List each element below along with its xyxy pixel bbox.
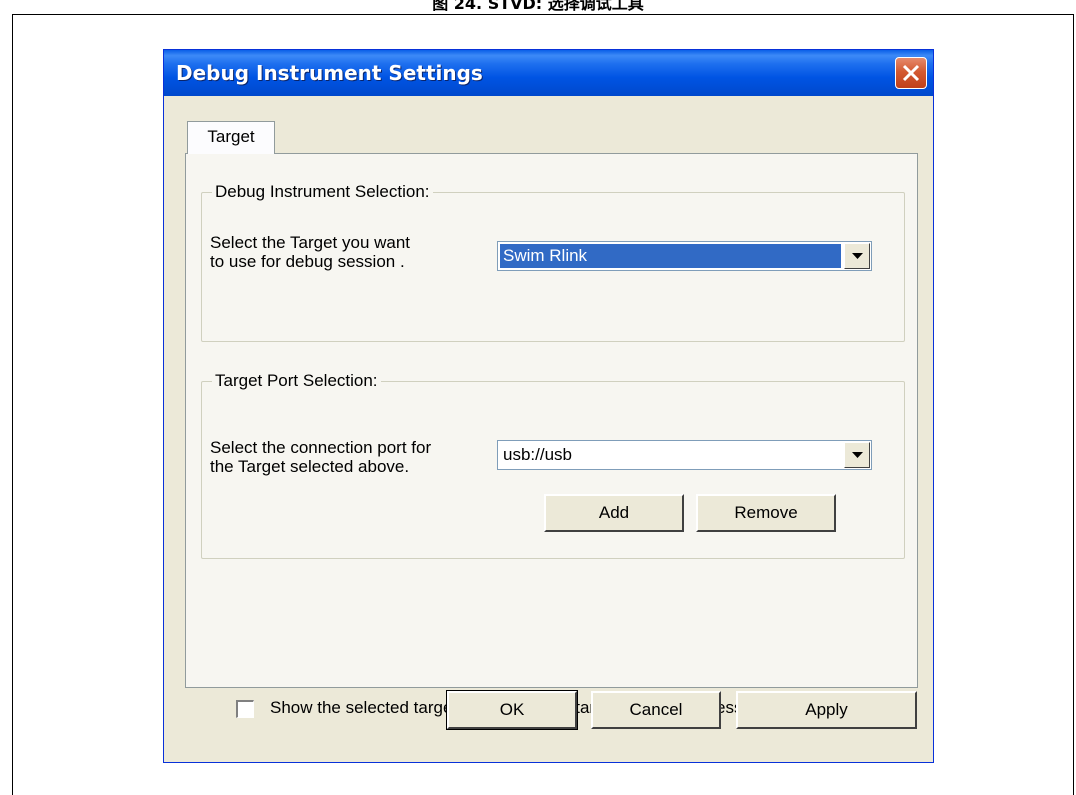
- title-bar[interactable]: Debug Instrument Settings: [164, 50, 933, 96]
- dropdown-arrow-button[interactable]: [844, 442, 870, 468]
- debug-instrument-selection-group: Debug Instrument Selection: Select the T…: [201, 182, 905, 342]
- port-select-label-line1: Select the connection port for: [210, 438, 432, 457]
- chevron-down-icon: [852, 452, 863, 458]
- debug-instrument-dropdown[interactable]: Swim Rlink: [497, 241, 872, 271]
- add-port-button[interactable]: Add: [544, 494, 684, 532]
- close-button[interactable]: [895, 57, 927, 89]
- show-notification-checkbox[interactable]: [236, 700, 254, 718]
- instrument-select-label-line2: to use for debug session .: [210, 252, 405, 271]
- figure-caption: 图 24. STVD: 选择调试工具: [432, 0, 644, 13]
- ok-button[interactable]: OK: [446, 690, 578, 730]
- debug-instrument-settings-dialog: Debug Instrument Settings Target Debug I…: [163, 49, 934, 763]
- connection-port-dropdown[interactable]: usb://usb: [497, 440, 872, 470]
- remove-port-button[interactable]: Remove: [696, 494, 836, 532]
- chevron-down-icon: [852, 253, 863, 259]
- tab-target[interactable]: Target: [187, 121, 275, 154]
- close-icon: [902, 64, 920, 82]
- dropdown-arrow-button[interactable]: [844, 243, 870, 269]
- target-port-selection-legend: Target Port Selection:: [212, 371, 381, 391]
- instrument-select-label-line1: Select the Target you want: [210, 233, 411, 252]
- window-title: Debug Instrument Settings: [176, 61, 483, 85]
- debug-instrument-selection-legend: Debug Instrument Selection:: [212, 182, 433, 202]
- port-select-label-line2: the Target selected above.: [210, 457, 410, 476]
- target-tab-panel: Debug Instrument Selection: Select the T…: [185, 153, 918, 718]
- cancel-button[interactable]: Cancel: [591, 691, 721, 729]
- connection-port-value: usb://usb: [503, 445, 572, 464]
- debug-instrument-value: Swim Rlink: [500, 244, 841, 268]
- apply-button[interactable]: Apply: [736, 691, 917, 729]
- target-port-selection-group: Target Port Selection: Select the connec…: [201, 371, 905, 559]
